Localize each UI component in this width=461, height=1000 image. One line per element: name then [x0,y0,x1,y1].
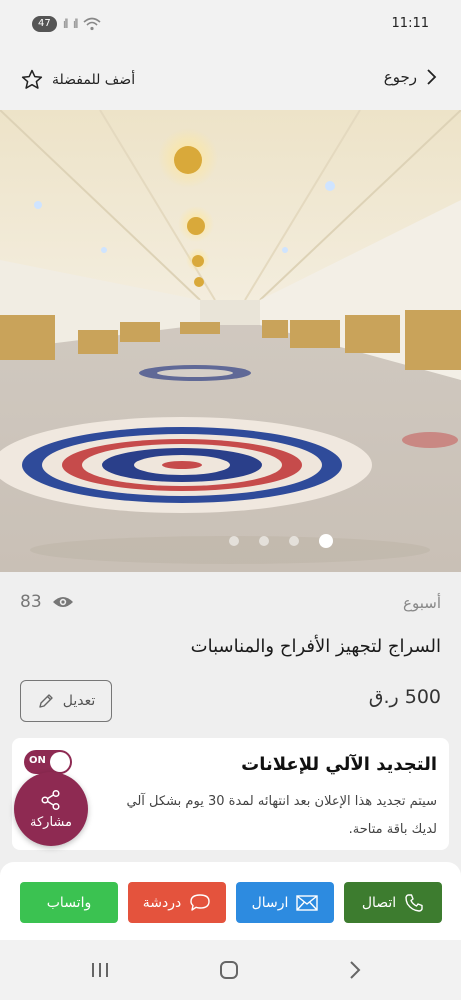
listing-title: السراج لتجهيز الأفراح والمناسبات [190,636,441,657]
system-navigation-bar [0,940,461,1000]
signal-icon: ıll [62,17,69,31]
status-bar: 47 ıll ıll 11:11 [0,0,461,50]
listing-image-carousel[interactable] [0,110,461,572]
auto-renew-description-line1: سيتم تجديد هذا الإعلان بعد انتهائه لمدة … [126,794,437,809]
share-label: مشاركة [30,814,72,830]
recent-apps-icon[interactable] [90,962,110,978]
toggle-label: ON [29,755,46,766]
chevron-right-icon [427,69,437,85]
wifi-icon [83,17,101,31]
signal-icon-2: ıll [72,17,79,31]
eye-icon [52,597,73,607]
call-button[interactable]: اتصال [344,882,442,923]
carousel-dot[interactable] [228,536,239,546]
listing-photo [0,110,461,572]
contact-action-bar: اتصال ارسال دردشة واتساب [0,862,461,940]
add-favorite-label: أضف للمفضلة [52,72,136,88]
status-icons: 47 ıll ıll [32,16,101,32]
carousel-dot[interactable] [288,536,299,546]
auto-renew-description: سيتم تجديد هذا الإعلان بعد انتهائه لمدة … [87,788,437,844]
message-label: ارسال [251,894,289,911]
chat-button[interactable]: دردشة [128,882,226,923]
battery-indicator: 47 [32,16,57,32]
listing-duration: أسبوع [403,594,441,612]
share-button[interactable]: مشاركة [14,772,88,846]
carousel-dot-active[interactable] [318,534,333,548]
edit-label: تعديل [62,693,96,709]
envelope-icon [296,894,319,911]
pencil-icon [39,694,53,708]
chat-label: دردشة [142,894,182,911]
carousel-indicator [0,534,461,548]
phone-icon [405,893,423,912]
views-count: 83 [20,592,74,612]
share-icon [41,789,60,810]
star-icon [21,69,43,89]
home-icon[interactable] [220,961,238,979]
system-back-icon[interactable] [348,960,362,980]
back-label: رجوع [383,68,417,86]
app-header: أضف للمفضلة رجوع [0,50,461,110]
status-time: 11:11 [391,16,429,31]
toggle-knob [50,752,70,772]
listing-price: 500 ر.ق [368,686,441,708]
chat-bubble-icon [190,893,210,911]
whatsapp-label: واتساب [46,894,92,911]
auto-renew-title: التجديد الآلي للإعلانات [241,754,437,775]
auto-renew-toggle[interactable]: ON [24,750,72,774]
listing-meta: 83 أسبوع [0,590,461,620]
views-value: 83 [20,592,42,612]
whatsapp-button[interactable]: واتساب [20,882,118,923]
add-favorite-button[interactable]: أضف للمفضلة [20,68,135,92]
call-label: اتصال [361,894,397,911]
message-button[interactable]: ارسال [236,882,334,923]
auto-renew-description-line2: لديك باقة متاحة. [348,822,437,837]
carousel-dot[interactable] [258,536,269,546]
back-button[interactable]: رجوع [384,68,437,86]
edit-button[interactable]: تعديل [20,680,112,722]
